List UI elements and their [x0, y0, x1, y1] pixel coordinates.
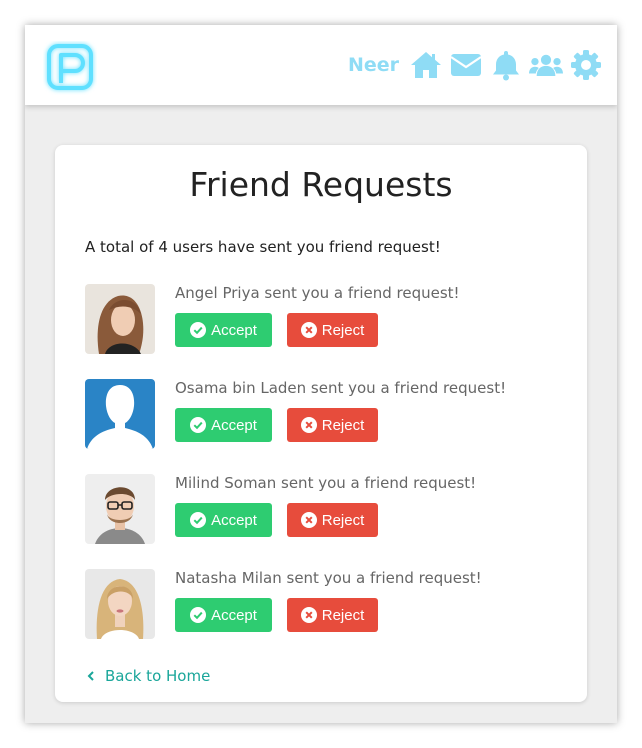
friend-request-row: Natasha Milan sent you a friend request!…	[85, 569, 565, 641]
x-circle-icon	[300, 417, 317, 433]
accept-button[interactable]: Accept	[175, 408, 272, 442]
friend-request-row: Osama bin Laden sent you a friend reques…	[85, 379, 565, 451]
username-label[interactable]: Neer	[348, 54, 399, 76]
top-nav: Neer	[348, 47, 603, 83]
brand-logo[interactable]	[43, 41, 97, 95]
users-icon[interactable]	[529, 50, 563, 80]
reject-button[interactable]: Reject	[287, 503, 378, 537]
request-text: Milind Soman sent you a friend request!	[175, 474, 477, 492]
accept-label: Accept	[211, 321, 257, 339]
reject-label: Reject	[321, 606, 365, 624]
accept-label: Accept	[211, 416, 257, 434]
app-window: Neer Friend Requests A total of 4 users …	[25, 25, 617, 723]
avatar	[85, 569, 155, 639]
friend-request-row: Angel Priya sent you a friend request! A…	[85, 284, 565, 356]
home-icon[interactable]	[409, 50, 443, 80]
envelope-icon[interactable]	[449, 50, 483, 80]
avatar	[85, 284, 155, 354]
page-title: Friend Requests	[189, 165, 453, 204]
request-text: Natasha Milan sent you a friend request!	[175, 569, 482, 587]
top-navbar: Neer	[25, 25, 617, 105]
accept-button[interactable]: Accept	[175, 503, 272, 537]
avatar	[85, 379, 155, 449]
back-to-home-link[interactable]: Back to Home	[87, 667, 210, 685]
chevron-left-icon	[87, 671, 94, 681]
x-circle-icon	[300, 512, 317, 528]
reject-button[interactable]: Reject	[287, 313, 378, 347]
x-circle-icon	[300, 322, 317, 338]
x-circle-icon	[300, 607, 317, 623]
check-circle-icon	[190, 512, 207, 528]
back-to-home-label: Back to Home	[105, 667, 211, 685]
accept-label: Accept	[211, 606, 257, 624]
reject-label: Reject	[321, 511, 365, 529]
friend-requests-card: Friend Requests A total of 4 users have …	[55, 145, 587, 702]
gear-icon[interactable]	[569, 50, 603, 80]
check-circle-icon	[190, 322, 207, 338]
check-circle-icon	[190, 607, 207, 623]
accept-label: Accept	[211, 511, 257, 529]
avatar	[85, 474, 155, 544]
reject-label: Reject	[321, 416, 365, 434]
requests-summary: A total of 4 users have sent you friend …	[85, 238, 441, 256]
reject-button[interactable]: Reject	[287, 598, 378, 632]
request-text: Osama bin Laden sent you a friend reques…	[175, 379, 507, 397]
accept-button[interactable]: Accept	[175, 313, 272, 347]
friend-request-row: Milind Soman sent you a friend request! …	[85, 474, 565, 546]
bell-icon[interactable]	[489, 50, 523, 81]
check-circle-icon	[190, 417, 207, 433]
reject-label: Reject	[321, 321, 365, 339]
accept-button[interactable]: Accept	[175, 598, 272, 632]
request-text: Angel Priya sent you a friend request!	[175, 284, 460, 302]
reject-button[interactable]: Reject	[287, 408, 378, 442]
